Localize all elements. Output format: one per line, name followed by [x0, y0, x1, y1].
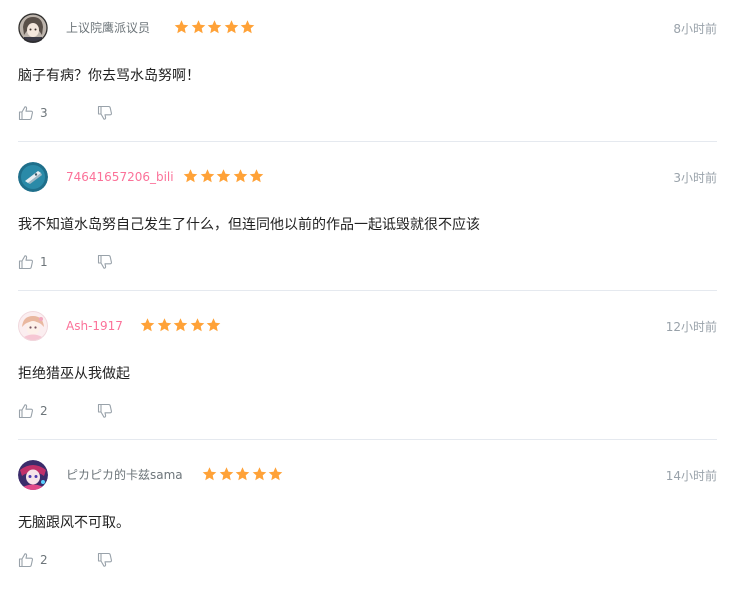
username[interactable]: Ash-1917 — [66, 318, 123, 334]
review-actions: 2 — [18, 402, 112, 420]
star-icon — [173, 318, 188, 332]
star-icon — [233, 169, 247, 183]
star-icon — [174, 20, 189, 34]
star-icon — [191, 20, 205, 34]
thumbs-down-icon — [97, 403, 113, 419]
review-actions: 1 — [18, 253, 112, 271]
dislike-button[interactable] — [97, 552, 113, 568]
star-icon — [157, 318, 171, 332]
star-icon — [206, 318, 221, 332]
divider — [18, 290, 717, 291]
review-content: 脑子有病？你去骂水岛努啊！ — [18, 68, 200, 84]
star-icon — [190, 318, 204, 332]
star-icon — [235, 467, 250, 481]
timestamp: 12小时前 — [665, 320, 717, 334]
timestamp: 8小时前 — [673, 22, 717, 36]
review-content: 我不知道水岛努自己发生了什么，但连同他以前的作品一起诋毁就很不应该 — [18, 217, 480, 233]
avatar[interactable] — [18, 162, 48, 192]
star-rating — [202, 466, 285, 484]
star-icon — [202, 467, 217, 481]
review-item: 74641657206_bili 3小时前 我不知道水岛努自己发生了什么，但连同… — [0, 149, 735, 298]
avatar[interactable] — [18, 311, 48, 341]
like-count: 1 — [40, 255, 48, 269]
like-button[interactable]: 2 — [18, 403, 48, 419]
review-item: 上议院鹰派议员 8小时前 脑子有病？你去骂水岛努啊！ 3 — [0, 0, 735, 149]
thumbs-up-icon — [18, 105, 34, 121]
star-icon — [140, 318, 155, 332]
review-actions: 3 — [18, 104, 112, 122]
like-button[interactable]: 2 — [18, 552, 48, 568]
review-item: ピカピカ的卡兹sama 14小时前 无脑跟风不可取。 2 — [0, 447, 735, 596]
dislike-button[interactable] — [97, 105, 113, 121]
like-count: 2 — [40, 404, 48, 418]
star-icon — [224, 20, 238, 34]
avatar[interactable] — [18, 460, 48, 490]
like-button[interactable]: 3 — [18, 105, 48, 121]
thumbs-down-icon — [97, 105, 113, 121]
star-icon — [249, 169, 264, 183]
review-actions: 2 — [18, 551, 112, 569]
thumbs-up-icon — [18, 403, 34, 419]
username[interactable]: ピカピカ的卡兹sama — [66, 467, 183, 483]
review-content: 拒绝猎巫从我做起 — [18, 366, 130, 382]
username[interactable]: 74641657206_bili — [66, 169, 174, 185]
star-icon — [183, 169, 198, 183]
like-button[interactable]: 1 — [18, 254, 48, 270]
star-icon — [240, 20, 255, 34]
dislike-button[interactable] — [97, 403, 113, 419]
review-content: 无脑跟风不可取。 — [18, 515, 130, 531]
thumbs-down-icon — [97, 254, 113, 270]
username[interactable]: 上议院鹰派议员 — [66, 20, 150, 36]
review-list: 上议院鹰派议员 8小时前 脑子有病？你去骂水岛努啊！ 3 74641657206… — [0, 0, 735, 583]
star-icon — [207, 20, 222, 34]
review-item: Ash-1917 12小时前 拒绝猎巫从我做起 2 — [0, 298, 735, 447]
like-count: 2 — [40, 553, 48, 567]
star-icon — [252, 467, 266, 481]
dislike-button[interactable] — [97, 254, 113, 270]
timestamp: 3小时前 — [673, 171, 717, 185]
like-count: 3 — [40, 106, 48, 120]
star-icon — [268, 467, 283, 481]
star-rating — [174, 19, 257, 37]
divider — [18, 141, 717, 142]
divider — [18, 439, 717, 440]
star-icon — [216, 169, 231, 183]
timestamp: 14小时前 — [665, 469, 717, 483]
thumbs-up-icon — [18, 552, 34, 568]
star-rating — [140, 317, 223, 335]
avatar[interactable] — [18, 13, 48, 43]
star-icon — [200, 169, 214, 183]
star-rating — [183, 168, 266, 186]
thumbs-down-icon — [97, 552, 113, 568]
star-icon — [219, 467, 233, 481]
thumbs-up-icon — [18, 254, 34, 270]
